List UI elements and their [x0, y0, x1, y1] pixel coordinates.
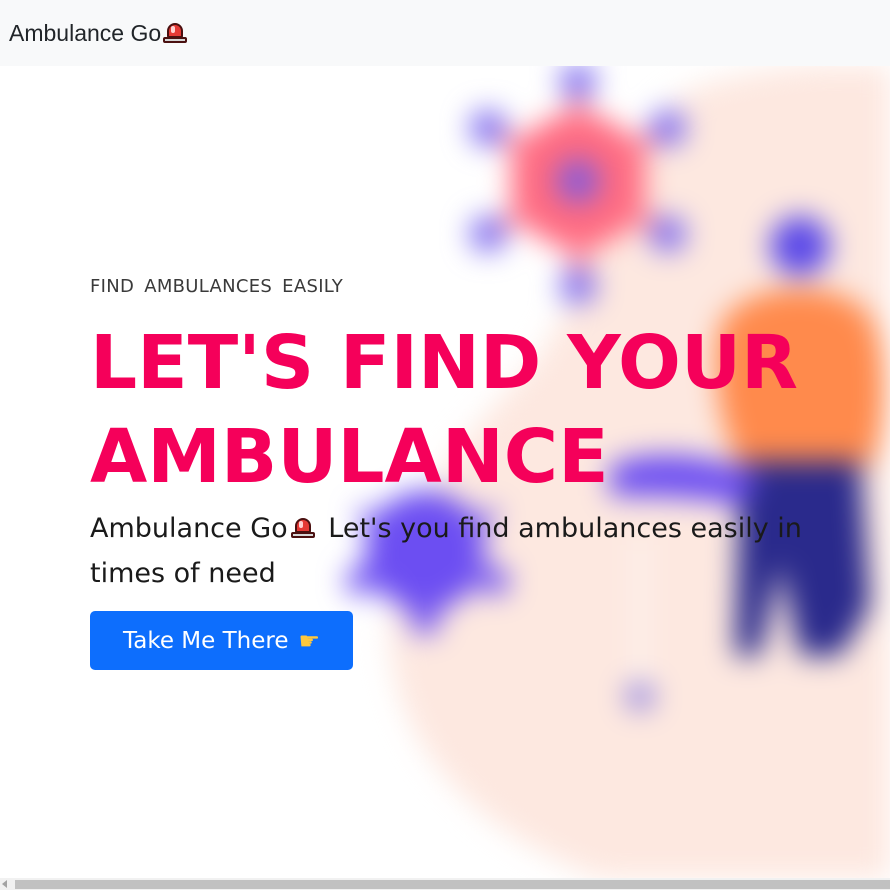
description-brand: Ambulance Go — [90, 513, 288, 544]
brand-label: Ambulance Go — [9, 19, 162, 46]
hero-section: FIND AMBULANCES EASILY LET'S FIND YOUR A… — [0, 66, 890, 878]
hero-eyebrow: FIND AMBULANCES EASILY — [90, 276, 344, 297]
navbar: Ambulance Go — [0, 0, 890, 66]
pointing-hand-icon: ☛ — [298, 626, 320, 655]
hero-headline: LET'S FIND YOUR AMBULANCE — [90, 320, 799, 500]
scrollbar-thumb[interactable] — [15, 880, 890, 889]
siren-icon — [162, 22, 188, 44]
siren-icon — [290, 517, 316, 539]
horizontal-scrollbar[interactable] — [0, 878, 890, 890]
small-dot — [626, 682, 654, 710]
brand-link[interactable]: Ambulance Go — [9, 20, 188, 47]
hero-description: Ambulance Go Let's you find ambulances e… — [90, 506, 885, 596]
take-me-there-button[interactable]: Take Me There ☛ — [90, 611, 353, 670]
scroll-left-arrow-icon[interactable] — [2, 880, 7, 888]
cta-label: Take Me There — [123, 627, 289, 654]
